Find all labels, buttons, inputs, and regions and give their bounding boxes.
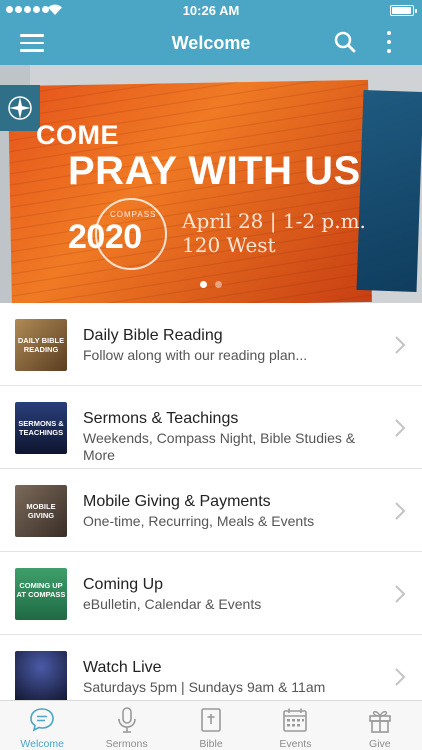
badge-year: 2020 <box>68 218 142 256</box>
tab-label: Give <box>369 738 391 750</box>
item-subtitle: Follow along with our reading plan... <box>83 347 308 363</box>
status-time: 10:26 AM <box>182 3 240 18</box>
battery-icon <box>390 5 417 16</box>
thumbnail-text: SERMONS & TEACHINGS <box>18 419 64 437</box>
item-title: Mobile Giving & Payments <box>83 493 271 510</box>
carousel-dots[interactable] <box>0 281 422 288</box>
list-item-daily-bible-reading[interactable]: DAILY BIBLE READING Daily Bible Reading … <box>0 303 422 386</box>
chevron-right-icon <box>395 336 406 354</box>
item-thumbnail: COMING UP AT COMPASS <box>15 568 67 620</box>
chevron-right-icon <box>395 419 406 437</box>
item-thumbnail <box>15 651 67 703</box>
item-subtitle: Saturdays 5pm | Sundays 9am & 11am <box>83 679 326 695</box>
tab-welcome[interactable]: Welcome <box>0 701 84 750</box>
thumbnail-text: COMING UP AT COMPASS <box>16 581 66 599</box>
item-title: Coming Up <box>83 576 164 593</box>
compass-logo-icon <box>0 85 40 131</box>
bible-icon <box>201 708 221 732</box>
list-item-sermons-teachings[interactable]: SERMONS & TEACHINGS Sermons & Teachings … <box>0 386 422 469</box>
item-thumbnail: MOBILE GIVING <box>15 485 67 537</box>
item-thumbnail: DAILY BIBLE READING <box>15 319 67 371</box>
item-title: Sermons & Teachings <box>83 410 239 427</box>
more-vertical-icon[interactable] <box>384 31 394 55</box>
item-subtitle: One-time, Recurring, Meals & Events <box>83 513 315 529</box>
page-title: Welcome <box>171 33 251 53</box>
status-bar: 10:26 AM <box>0 0 422 22</box>
tab-sermons[interactable]: Sermons <box>84 701 168 750</box>
chevron-right-icon <box>395 585 406 603</box>
banner-headline: PRAY WITH US <box>68 149 361 193</box>
tab-label: Bible <box>199 738 223 750</box>
microphone-icon <box>117 707 136 733</box>
tab-label: Events <box>279 738 312 750</box>
gift-icon <box>369 710 391 733</box>
item-thumbnail: SERMONS & TEACHINGS <box>15 402 67 454</box>
tab-events[interactable]: Events <box>253 701 337 750</box>
thumbnail-text: DAILY BIBLE READING <box>17 336 65 354</box>
item-title: Watch Live <box>83 659 162 676</box>
banner-location: 120 West <box>182 233 276 257</box>
tab-label: Welcome <box>20 738 64 750</box>
banner-line1: COME <box>36 120 119 150</box>
chevron-right-icon <box>395 668 406 686</box>
thumbnail-text: MOBILE GIVING <box>26 502 56 520</box>
tab-bar: Welcome Sermons Bible Events Give <box>0 700 422 750</box>
app-header: Welcome <box>0 22 422 65</box>
list-item-coming-up[interactable]: COMING UP AT COMPASS Coming Up eBulletin… <box>0 552 422 635</box>
calendar-icon <box>283 708 308 732</box>
list-item-mobile-giving[interactable]: MOBILE GIVING Mobile Giving & Payments O… <box>0 469 422 552</box>
search-icon[interactable] <box>334 31 356 53</box>
item-subtitle: Weekends, Compass Night, Bible Studies &… <box>83 430 356 463</box>
tab-give[interactable]: Give <box>338 701 422 750</box>
menu-list: DAILY BIBLE READING Daily Bible Reading … <box>0 303 422 718</box>
tab-label: Sermons <box>105 738 148 750</box>
top-bar: 10:26 AM Welcome <box>0 0 422 65</box>
item-title: Daily Bible Reading <box>83 327 223 344</box>
carousel-dot[interactable] <box>200 281 207 288</box>
chevron-right-icon <box>395 502 406 520</box>
chat-bubble-icon <box>30 708 55 732</box>
carousel-dot[interactable] <box>215 281 222 288</box>
tab-bible[interactable]: Bible <box>169 701 253 750</box>
item-subtitle: eBulletin, Calendar & Events <box>83 596 262 612</box>
banner-date: April 28 | 1-2 p.m. <box>182 209 366 233</box>
promo-banner[interactable]: COME PRAY WITH US COMPASS 2020 April 28 … <box>0 65 422 303</box>
